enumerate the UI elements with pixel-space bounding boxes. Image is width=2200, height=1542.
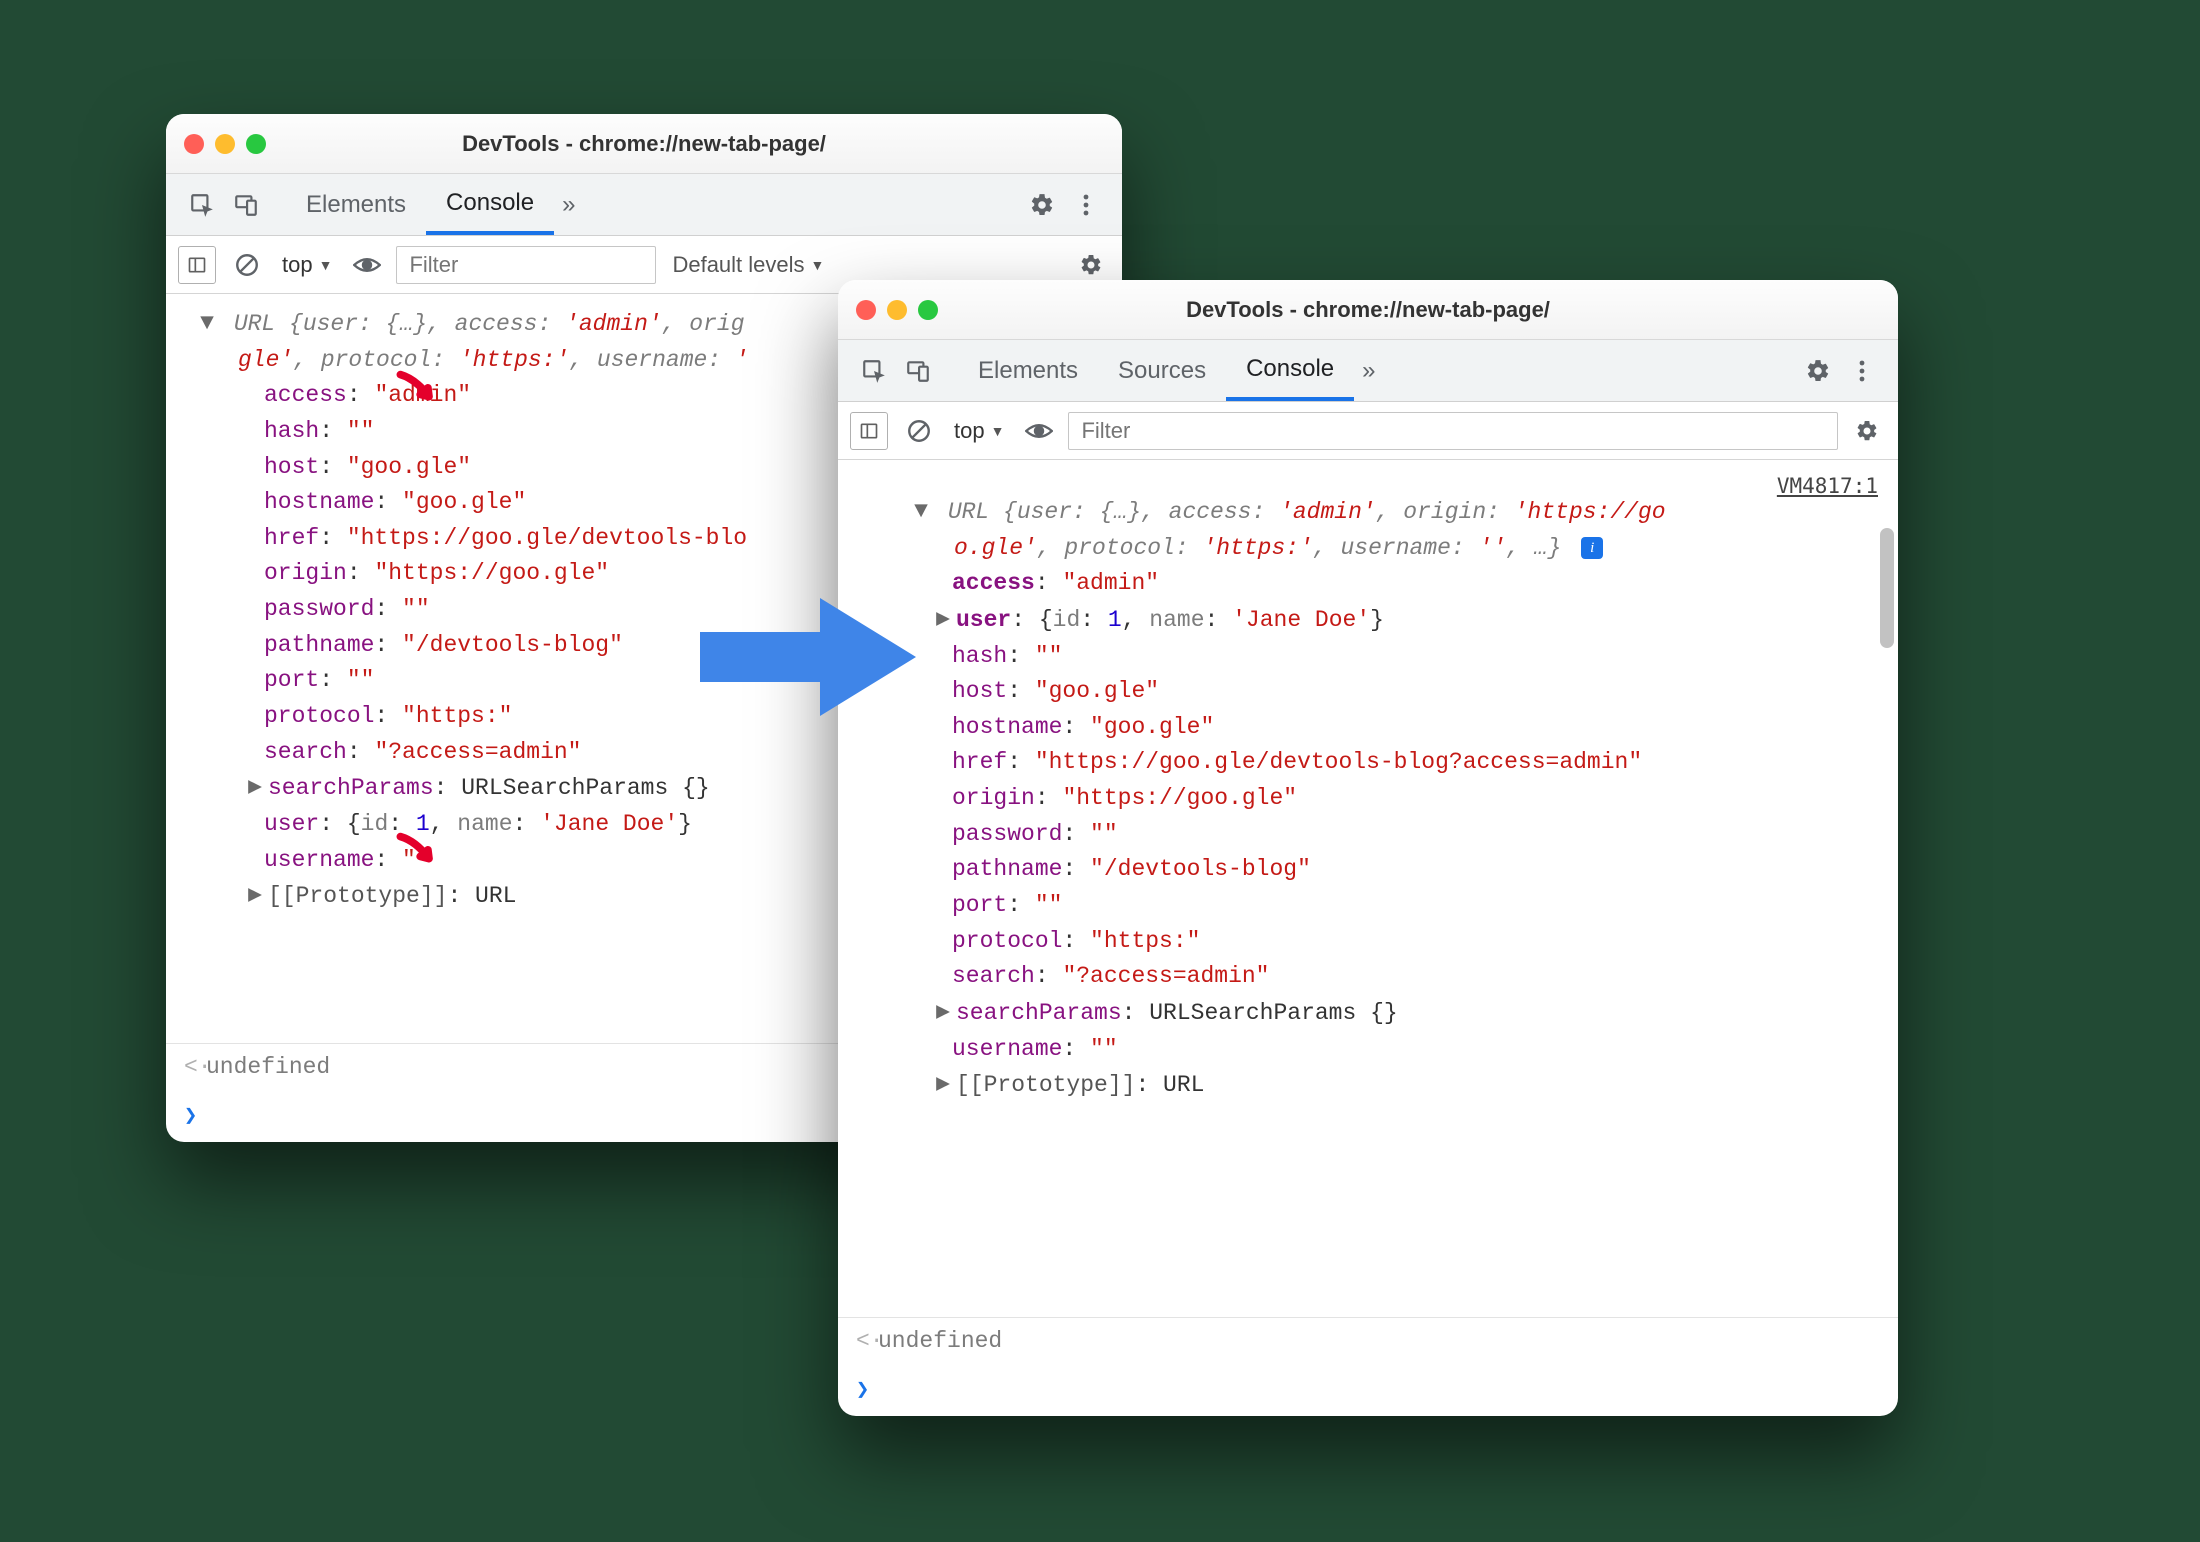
chevron-right-icon: ❯ <box>856 1378 869 1403</box>
filter-input[interactable] <box>1068 412 1838 450</box>
device-mode-icon[interactable] <box>224 183 268 227</box>
more-tabs-icon[interactable]: » <box>554 191 583 219</box>
expand-toggle-icon[interactable]: ▼ <box>912 494 930 530</box>
zoom-dot-icon[interactable] <box>918 300 938 320</box>
object-summary-line2: o.gle', protocol: 'https:', username: ''… <box>954 535 1575 561</box>
tab-console[interactable]: Console <box>426 174 554 235</box>
return-value: <·undefined <box>838 1317 1898 1366</box>
gear-icon[interactable] <box>1072 246 1110 284</box>
devtools-window-after: DevTools - chrome://new-tab-page/ Elemen… <box>838 280 1898 1416</box>
chevron-down-icon: ▼ <box>319 257 333 273</box>
object-summary[interactable]: URL {user: {…}, access: 'admin', origin:… <box>948 499 1666 525</box>
tab-console[interactable]: Console <box>1226 340 1354 401</box>
sidebar-toggle-icon[interactable] <box>178 246 216 284</box>
gear-icon[interactable] <box>1848 412 1886 450</box>
transition-arrow-icon <box>700 592 916 722</box>
annotation-arrow-icon <box>396 368 440 412</box>
prop-host: host: "goo.gle" <box>856 674 1880 710</box>
log-levels-selector[interactable]: Default levels ▼ <box>666 252 1062 278</box>
window-title: DevTools - chrome://new-tab-page/ <box>166 131 1122 157</box>
expand-toggle-icon[interactable]: ▶ <box>934 1067 952 1103</box>
zoom-dot-icon[interactable] <box>246 134 266 154</box>
return-icon: <· <box>856 1324 878 1360</box>
prop-password: password: "" <box>856 817 1880 853</box>
return-icon: <· <box>184 1050 206 1086</box>
info-badge-icon[interactable]: i <box>1581 537 1603 559</box>
close-dot-icon[interactable] <box>184 134 204 154</box>
gear-icon[interactable] <box>1796 349 1840 393</box>
more-tabs-icon[interactable]: » <box>1354 357 1383 385</box>
titlebar[interactable]: DevTools - chrome://new-tab-page/ <box>166 114 1122 174</box>
tabbar: Elements Sources Console » <box>838 340 1898 402</box>
prop-access: access: "admin" <box>856 566 1880 602</box>
prop-searchparams[interactable]: ▶searchParams: URLSearchParams {} <box>856 995 1880 1032</box>
chevron-right-icon: ❯ <box>184 1104 197 1129</box>
inspect-icon[interactable] <box>180 183 224 227</box>
expand-toggle-icon[interactable]: ▶ <box>934 995 952 1031</box>
prop-username: username: "" <box>856 1032 1880 1068</box>
filter-bar: top ▼ <box>838 402 1898 460</box>
prop-prototype[interactable]: ▶[[Prototype]]: URL <box>856 1067 1880 1104</box>
context-selector[interactable]: top ▼ <box>948 418 1010 444</box>
tab-sources[interactable]: Sources <box>1098 340 1226 401</box>
object-summary-line2: gle', protocol: 'https:', username: ' <box>238 347 749 373</box>
traffic-lights <box>856 300 938 320</box>
device-toolbar <box>852 349 940 393</box>
gear-icon[interactable] <box>1020 183 1064 227</box>
traffic-lights <box>184 134 266 154</box>
clear-console-icon[interactable] <box>228 246 266 284</box>
console-output: VM4817:1 ▼ URL {user: {…}, access: 'admi… <box>838 460 1898 1416</box>
prop-protocol: protocol: "https:" <box>856 924 1880 960</box>
context-selector[interactable]: top ▼ <box>276 252 338 278</box>
minimize-dot-icon[interactable] <box>215 134 235 154</box>
device-mode-icon[interactable] <box>896 349 940 393</box>
filter-input[interactable] <box>396 246 656 284</box>
prop-search: search: "?access=admin" <box>856 959 1880 995</box>
prop-href: href: "https://goo.gle/devtools-blog?acc… <box>856 745 1880 781</box>
titlebar[interactable]: DevTools - chrome://new-tab-page/ <box>838 280 1898 340</box>
chevron-down-icon: ▼ <box>991 423 1005 439</box>
source-link[interactable]: VM4817:1 <box>1777 470 1878 503</box>
scrollbar-vertical[interactable] <box>1880 528 1894 648</box>
eye-icon[interactable] <box>348 246 386 284</box>
sidebar-toggle-icon[interactable] <box>850 412 888 450</box>
eye-icon[interactable] <box>1020 412 1058 450</box>
chevron-down-icon: ▼ <box>811 257 825 273</box>
prop-user[interactable]: ▶user: {id: 1, name: 'Jane Doe'} <box>856 602 1880 639</box>
device-toolbar <box>180 183 268 227</box>
expand-toggle-icon[interactable]: ▶ <box>934 602 952 638</box>
context-label: top <box>954 418 985 444</box>
minimize-dot-icon[interactable] <box>887 300 907 320</box>
clear-console-icon[interactable] <box>900 412 938 450</box>
console-prompt[interactable]: ❯ <box>838 1366 1898 1416</box>
close-dot-icon[interactable] <box>856 300 876 320</box>
kebab-menu-icon[interactable] <box>1840 349 1884 393</box>
prop-port: port: "" <box>856 888 1880 924</box>
prop-hash: hash: "" <box>856 639 1880 675</box>
expand-toggle-icon[interactable]: ▼ <box>198 306 216 342</box>
log-levels-label: Default levels <box>672 252 804 278</box>
annotation-arrow-icon <box>396 830 440 874</box>
expand-toggle-icon[interactable]: ▶ <box>246 770 264 806</box>
object-summary[interactable]: URL {user: {…}, access: 'admin', orig <box>234 311 745 337</box>
context-label: top <box>282 252 313 278</box>
tabbar: Elements Console » <box>166 174 1122 236</box>
kebab-menu-icon[interactable] <box>1064 183 1108 227</box>
prop-pathname: pathname: "/devtools-blog" <box>856 852 1880 888</box>
expand-toggle-icon[interactable]: ▶ <box>246 878 264 914</box>
inspect-icon[interactable] <box>852 349 896 393</box>
tab-elements[interactable]: Elements <box>286 174 426 235</box>
window-title: DevTools - chrome://new-tab-page/ <box>838 297 1898 323</box>
prop-hostname: hostname: "goo.gle" <box>856 710 1880 746</box>
tab-elements[interactable]: Elements <box>958 340 1098 401</box>
prop-origin: origin: "https://goo.gle" <box>856 781 1880 817</box>
